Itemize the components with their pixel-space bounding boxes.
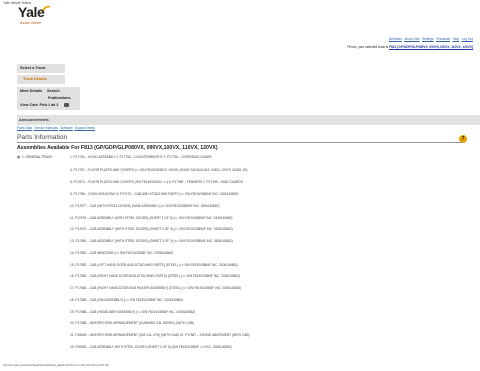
announcements-label: Announcements [19,117,49,122]
list-item[interactable]: 17. P17584 – CAB (RIGHT HAND DOOR AND HE… [70,286,241,290]
menu-truck-details-label: Truck Details [23,77,47,82]
link-about[interactable]: About Yale [404,37,419,41]
menu-publications[interactable]: Publications [48,96,71,100]
breadcrumb: Parts Data Service Manuals Software Supp… [17,126,96,130]
list-item[interactable]: 23. P20653 – CAB ASSEMBLY WITH STEEL DOO… [70,345,232,349]
list-item[interactable]: 11. P17578 – CAB ASSEMBLY (WITH STEEL DO… [70,216,232,220]
cart-icon [64,102,69,107]
crumb-parts-data[interactable]: Parts Data [17,126,32,130]
list-item[interactable]: 8. P17758 – COWL MOUNTING 9. P17170 – CA… [70,192,238,196]
menu-view-cart[interactable]: View Cart: Pick List 3 [17,101,80,110]
link-settings[interactable]: Settings [422,37,434,41]
list-item[interactable]: 20. P17488 – HEATER HOSE ARRANGEMENT (CU… [70,321,194,325]
crumb-software[interactable]: Software [60,126,73,130]
tree-node-general-truck[interactable]: 1. GENERAL TRUCK [22,155,52,159]
menu-meet-details[interactable]: Meet Details [20,89,42,93]
menu-search[interactable]: Search [47,89,60,93]
menu-select-truck-label: Select a Truck [20,66,46,71]
folder-icon[interactable]: ▦ [17,155,20,159]
welcome-prefix: Pierce, your selected truck is [347,45,389,49]
list-item[interactable]: 12. P17579 – CAB ASSEMBLY (WITH STEEL DO… [70,227,233,231]
print-footer: http://ext.yale.com/partsonline/PartsInf… [3,364,109,367]
logo-subtitle: Assist Online [20,21,41,25]
menu-truck-details[interactable]: Truck Details [17,75,65,84]
menu-view-cart-label: View Cart: Pick List 3 [20,103,59,108]
link-help[interactable]: Help [453,37,460,41]
link-netsales[interactable]: NetSales [389,37,402,41]
link-feedback[interactable]: Feedback [436,37,450,41]
list-item[interactable]: 16. P17583 – CAB (RIGHT HAND DOOR AND AT… [70,274,240,278]
title-divider [17,141,463,143]
list-item[interactable]: 15. P17582 – CAB (LEFT HAND DOOR AND ATT… [70,263,238,267]
list-item[interactable]: 21. P18639 – HEATER HOSE ARRANGEMENT (GM… [70,333,250,337]
list-item[interactable]: 18. P17585 – CAB (FAN ASSEMBLY) (<= S/N … [70,298,183,302]
list-item[interactable]: 4. P17757 – FLOOR PLATES AND COVERS (<= … [70,168,248,172]
list-item[interactable]: 10. P17577 – CAB (WITH STEEL DOORS) (MAI… [70,204,220,208]
announcements-bar[interactable]: Announcements [17,115,480,125]
list-item[interactable]: 19. P17586 – CAB (HEADLINER ASSEMBLY) (<… [70,310,195,314]
welcome-message: Pierce, your selected truck is F813 (GP/… [347,45,473,49]
top-links: NetSales About Yale Settings Feedback He… [387,37,473,41]
crumb-support-items[interactable]: Support Items [75,126,95,130]
selected-truck-link[interactable]: F813 (GP/GDP/GLP080VX, 090VX,100VX, 110V… [389,45,473,49]
link-logout[interactable]: Log Out [462,37,473,41]
menu-select-truck[interactable]: Select a Truck [17,64,65,73]
list-item[interactable]: 1. P17754 – HOOD ASSEMBLY 2. P17755 – CO… [70,155,212,159]
list-item[interactable]: 5. P17870 – FLOOR PLATES AND COVERS (S/N… [70,180,243,184]
list-item[interactable]: 13. P17580 – CAB ASSEMBLY (WITH STEEL DO… [70,239,233,243]
crumb-service-manuals[interactable]: Service Manuals [34,126,58,130]
yale-logo[interactable]: Yale Assist Online [18,4,51,30]
list-item[interactable]: 14. P17581 – CAB WINDOWS (<= S/N F813V03… [70,251,173,255]
assemblies-heading: Assemblies Available For F813 (GP/GDP/GL… [17,145,218,151]
logo-text: Yale [18,4,45,20]
page-title: Parts Information [17,134,68,141]
